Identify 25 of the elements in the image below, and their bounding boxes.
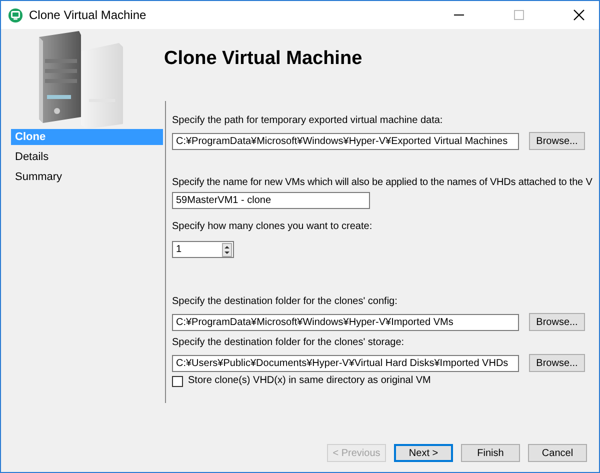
path-field[interactable]: C:¥ProgramData¥Microsoft¥Windows¥Hyper-V¥Exported Virtual Machines — [172, 132, 519, 150]
path-field[interactable]: C:¥Users¥Public¥Documents¥Hyper-V¥Virtual Hard Disks¥Imported VHDs — [172, 354, 519, 372]
browse-button[interactable]: Browse... — [529, 132, 585, 150]
checkbox[interactable] — [172, 376, 183, 386]
field-label: Specify the destination folder for the clones' config: — [172, 296, 398, 308]
spin-arrows-icon[interactable] — [222, 242, 232, 256]
page-heading: Clone Virtual Machine — [164, 48, 362, 70]
close-icon[interactable] — [573, 9, 585, 21]
path-field[interactable]: C:¥ProgramData¥Microsoft¥Windows¥Hyper-V¥Imported VMs — [172, 314, 519, 330]
checkbox-label: Store clone(s) VHD(x) in same directory as original VM — [188, 375, 431, 387]
field-label: Specify the destination folder for the clones' storage: — [172, 337, 406, 349]
name-field[interactable]: 59MasterVM1 - clone — [172, 192, 370, 209]
app-icon — [8, 8, 23, 22]
browse-button[interactable]: Browse... — [529, 313, 585, 331]
field-label: Specify the name for new VMs which will also be applied to the names of VHDs attached to the V — [172, 177, 594, 189]
field-label: Specify how many clones you want to create: — [172, 221, 374, 233]
sidebar-item[interactable]: Summary — [11, 169, 163, 185]
number-spinner[interactable]: 1 — [172, 241, 234, 258]
wizard-button[interactable]: Next > — [394, 444, 453, 462]
sidebar-item[interactable]: Details — [11, 149, 163, 165]
wizard-button[interactable]: Cancel — [528, 444, 587, 462]
field-label: Specify the path for temporary exported virtual machine data: — [172, 115, 444, 127]
browse-button[interactable]: Browse... — [529, 354, 585, 372]
wizard-button[interactable]: Finish — [461, 444, 520, 462]
window-title: Clone Virtual Machine — [29, 8, 146, 22]
